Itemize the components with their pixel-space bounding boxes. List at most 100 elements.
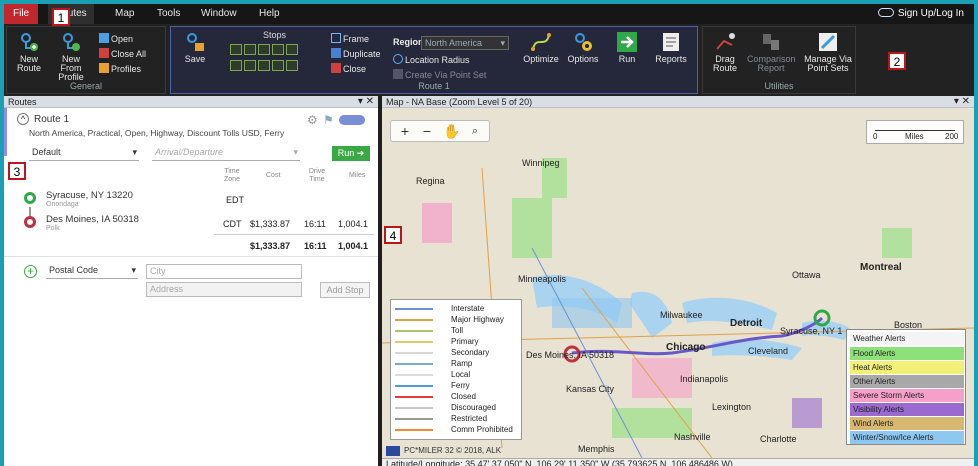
alert-row: Wind Alerts bbox=[850, 417, 964, 430]
pan-hand-icon[interactable]: ✋ bbox=[443, 123, 460, 139]
menu-help[interactable]: Help bbox=[252, 4, 287, 24]
run-button[interactable]: Run bbox=[607, 31, 647, 64]
comparison-report-icon bbox=[763, 34, 779, 50]
legend-label: Ramp bbox=[451, 359, 473, 368]
road-legend: Interstate Major Highway Toll Primary Second… bbox=[390, 299, 522, 440]
new-route-label: New Route bbox=[16, 54, 42, 73]
alert-row: Flood Alerts bbox=[850, 347, 964, 360]
comparison-report-button[interactable]: Comparison Report bbox=[747, 31, 796, 73]
add-stop-plus-icon[interactable]: + bbox=[24, 265, 37, 278]
stop-row[interactable]: Des Moines, IA 50318 Polk CDT $1,333.87 … bbox=[4, 214, 378, 236]
map-label-kansascity: Kansas City bbox=[566, 384, 615, 394]
app-window: File Routes Map Tools Window Help Sign U… bbox=[4, 4, 974, 466]
new-from-profile-button[interactable]: New From Profile bbox=[51, 31, 91, 82]
map-label-detroit: Detroit bbox=[730, 318, 763, 329]
duplicate-label: Duplicate bbox=[343, 49, 381, 59]
save-label: Save bbox=[184, 54, 206, 64]
optimize-button[interactable]: Optimize bbox=[521, 31, 561, 64]
gear-icon[interactable]: ⚙ bbox=[307, 113, 318, 127]
arrival-placeholder: Arrival/Departure bbox=[155, 147, 224, 157]
stop-add-icon[interactable] bbox=[230, 44, 242, 55]
city-input[interactable]: City bbox=[146, 264, 302, 279]
collapse-icon[interactable]: ^ bbox=[17, 113, 29, 125]
stop-timezone: CDT bbox=[223, 219, 242, 229]
cloud-icon bbox=[877, 8, 894, 17]
zoom-in-icon[interactable]: + bbox=[397, 123, 413, 139]
chevron-down-icon: ▾ bbox=[131, 265, 136, 275]
options-icon bbox=[575, 33, 592, 51]
reports-label: Reports bbox=[655, 54, 687, 64]
alert-row: Winter/Snow/Ice Alerts bbox=[850, 431, 964, 444]
add-stop-button[interactable]: Add Stop bbox=[320, 282, 370, 298]
stops-buttons bbox=[229, 43, 317, 75]
stop-move-down-icon[interactable] bbox=[272, 44, 284, 55]
frame-button[interactable]: Frame bbox=[331, 33, 369, 45]
menu-file[interactable]: File bbox=[4, 4, 39, 24]
stop-insert-icon[interactable] bbox=[244, 44, 256, 55]
panel-close-icon[interactable]: ▾ ✕ bbox=[954, 96, 970, 108]
map-label-montreal: Montreal bbox=[860, 262, 902, 273]
profiles-button[interactable]: Profiles bbox=[99, 63, 141, 75]
region-select[interactable]: North America ▾ bbox=[421, 36, 509, 50]
ribbon-group-general: New Route New From Profile Open Close Al… bbox=[6, 26, 166, 94]
run-route-button[interactable]: Run ➔ bbox=[332, 146, 370, 161]
zoom-window-icon[interactable]: ⌕ bbox=[467, 123, 483, 139]
stop-type-value: Postal Code bbox=[49, 265, 99, 275]
duplicate-button[interactable]: Duplicate bbox=[331, 48, 381, 60]
stop-select-icon[interactable] bbox=[244, 60, 256, 71]
stop-sort-icon[interactable] bbox=[258, 60, 270, 71]
legend-label: Comm Prohibited bbox=[451, 425, 513, 434]
manage-via-icon bbox=[819, 33, 837, 51]
legend-row: Ferry bbox=[395, 381, 519, 391]
stop-clear-icon[interactable] bbox=[286, 60, 298, 71]
stop-delete-icon[interactable] bbox=[286, 44, 298, 55]
route-options-icon[interactable]: ⚑ bbox=[323, 113, 334, 127]
address-input[interactable]: Address bbox=[146, 282, 302, 297]
legend-row: Interstate bbox=[395, 304, 519, 314]
legend-label: Discouraged bbox=[451, 403, 496, 412]
routes-panel-title: Routes bbox=[8, 97, 37, 107]
close-button[interactable]: Close bbox=[331, 63, 366, 75]
create-via-button[interactable]: Create Via Point Set bbox=[393, 69, 486, 81]
stop-miles: 1,004.1 bbox=[338, 219, 369, 229]
location-radius-button[interactable]: Location Radius bbox=[393, 54, 470, 66]
profile-select[interactable]: Default ▾ bbox=[29, 146, 139, 161]
stop-copy-icon[interactable] bbox=[272, 60, 284, 71]
menu-window[interactable]: Window bbox=[194, 4, 244, 24]
callout-2: 2 bbox=[888, 52, 906, 70]
route-visibility-toggle[interactable] bbox=[339, 115, 365, 125]
legend-swatch bbox=[395, 374, 433, 376]
signup-login-link[interactable]: Sign Up/Log In bbox=[877, 4, 964, 24]
menu-map[interactable]: Map bbox=[108, 4, 141, 24]
menu-tools[interactable]: Tools bbox=[150, 4, 187, 24]
stop-reverse-icon[interactable] bbox=[230, 60, 242, 71]
map-label-charlotte: Charlotte bbox=[760, 434, 797, 444]
ribbon-toolbar: New Route New From Profile Open Close Al… bbox=[4, 24, 974, 96]
drag-route-button[interactable]: Drag Route bbox=[705, 31, 745, 73]
legend-swatch bbox=[395, 429, 433, 431]
chevron-down-icon: ▾ bbox=[293, 147, 298, 157]
new-route-button[interactable]: New Route bbox=[9, 31, 49, 73]
stop-county: Onondaga bbox=[46, 201, 79, 208]
open-button[interactable]: Open bbox=[99, 33, 133, 45]
save-button[interactable]: Save bbox=[175, 31, 215, 64]
arrival-departure-select[interactable]: Arrival/Departure ▾ bbox=[152, 146, 300, 161]
total-cost: $1,333.87 bbox=[250, 241, 291, 251]
close-all-button[interactable]: Close All bbox=[99, 48, 146, 60]
stop-row[interactable]: Syracuse, NY 13220 Onondaga EDT bbox=[4, 190, 378, 212]
stop-type-select[interactable]: Postal Code ▾ bbox=[46, 264, 138, 279]
legend-swatch bbox=[395, 319, 433, 321]
group-name-utilities: Utilities bbox=[764, 81, 794, 91]
stop-move-up-icon[interactable] bbox=[258, 44, 270, 55]
manage-via-button[interactable]: Manage Via Point Sets bbox=[801, 31, 855, 73]
zoom-out-icon[interactable]: − bbox=[419, 123, 435, 139]
panel-close-icon[interactable]: ▾ ✕ bbox=[358, 96, 374, 108]
close-label: Close bbox=[343, 64, 367, 74]
reports-button[interactable]: Reports bbox=[651, 31, 691, 64]
chevron-down-icon: ▾ bbox=[500, 38, 505, 48]
map-label-chicago: Chicago bbox=[666, 342, 706, 353]
menu-bar: File Routes Map Tools Window Help Sign U… bbox=[4, 4, 974, 24]
options-button[interactable]: Options bbox=[563, 31, 603, 64]
map-label-minneapolis: Minneapolis bbox=[518, 274, 567, 284]
save-icon bbox=[187, 33, 204, 51]
